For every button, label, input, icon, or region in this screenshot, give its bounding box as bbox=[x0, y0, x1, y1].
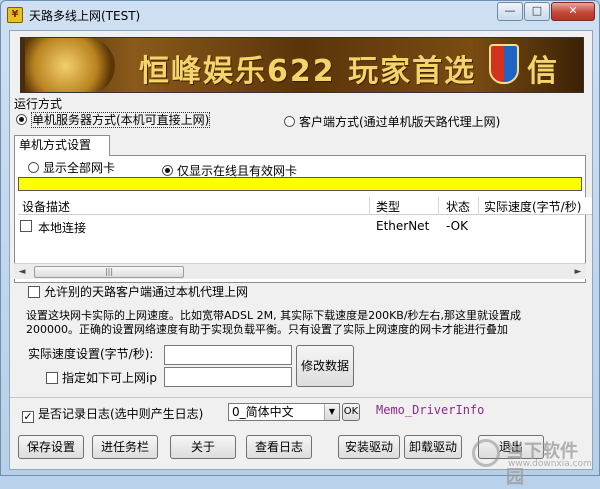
scroll-thumb[interactable]: ||| bbox=[34, 266, 184, 278]
watermark-url: www.downxia.com bbox=[508, 459, 592, 469]
radio-client-mode[interactable]: 客户端方式(通过单机版天路代理上网) bbox=[284, 113, 500, 130]
column-header-device[interactable]: 设备描述 bbox=[22, 198, 70, 215]
checkbox-checked-icon: ✓ bbox=[22, 410, 34, 423]
radio-client-label: 客户端方式(通过单机版天路代理上网) bbox=[299, 115, 501, 129]
uninstall-driver-button[interactable]: 卸载驱动 bbox=[404, 435, 462, 459]
radio-standalone-server[interactable]: 单机服务器方式(本机可直接上网) bbox=[16, 111, 211, 128]
radio-dot-icon bbox=[28, 162, 39, 173]
radio-show-all-nics[interactable]: 显示全部网卡 bbox=[28, 159, 115, 176]
window-title: 天路多线上网(TEST) bbox=[29, 9, 141, 23]
specific-ip-checkbox[interactable]: 指定如下可上网ip bbox=[46, 369, 157, 386]
save-settings-button[interactable]: 保存设置 bbox=[18, 435, 84, 459]
language-select[interactable]: 0_简体中文 ▼ bbox=[228, 403, 340, 421]
column-divider[interactable] bbox=[478, 197, 479, 215]
scroll-right-icon[interactable]: ► bbox=[570, 264, 586, 280]
column-divider[interactable] bbox=[369, 197, 370, 215]
title-bar[interactable]: ¥ 天路多线上网(TEST) — □ ✕ bbox=[1, 1, 599, 29]
about-button[interactable]: 关于 bbox=[170, 435, 236, 459]
tray-button[interactable]: 进任务栏 bbox=[92, 435, 158, 459]
language-select-value: 0_简体中文 bbox=[232, 405, 294, 419]
radio-show-online-label: 仅显示在线且有效网卡 bbox=[177, 164, 298, 178]
row-type: EtherNet bbox=[376, 219, 430, 233]
speed-input[interactable] bbox=[164, 345, 292, 365]
memo-driver-info: Memo_DriverInfo bbox=[376, 403, 485, 417]
scroll-left-icon[interactable]: ◄ bbox=[14, 264, 30, 280]
ip-input[interactable] bbox=[164, 367, 292, 387]
specific-ip-label: 指定如下可上网ip bbox=[62, 371, 157, 385]
status-bar-yellow bbox=[18, 177, 582, 191]
table-header: 设备描述 类型 状态 实际速度(字节/秒) bbox=[18, 197, 592, 215]
radio-dot-icon bbox=[16, 114, 27, 125]
client-area: 恒峰娱乐622 玩家首选 信誉 运行方式 单机服务器方式(本机可直接上网) 客户… bbox=[9, 30, 593, 488]
maximize-button[interactable]: □ bbox=[524, 2, 550, 21]
allow-proxy-checkbox[interactable]: 允许别的天路客户端通过本机代理上网 bbox=[28, 283, 248, 300]
install-driver-button[interactable]: 安装驱动 bbox=[338, 435, 400, 459]
log-label: 是否记录日志(选中则产生日志) bbox=[38, 407, 204, 421]
radio-dot-icon bbox=[162, 165, 173, 176]
checkbox-icon bbox=[46, 372, 58, 384]
checkbox-icon bbox=[20, 220, 32, 232]
allow-proxy-label: 允许别的天路客户端通过本机代理上网 bbox=[44, 285, 249, 299]
radio-dot-icon bbox=[284, 116, 295, 127]
shield-icon bbox=[489, 44, 519, 84]
exit-button[interactable]: 退出 bbox=[478, 435, 544, 459]
ok-button[interactable]: OK bbox=[342, 403, 360, 421]
app-window: ¥ 天路多线上网(TEST) — □ ✕ 恒峰娱乐622 玩家首选 信誉 运行方… bbox=[0, 0, 600, 488]
column-divider[interactable] bbox=[438, 197, 439, 215]
tab-standalone-settings[interactable]: 单机方式设置 bbox=[14, 135, 110, 156]
app-icon: ¥ bbox=[7, 7, 23, 23]
speed-setting-label: 实际速度设置(字节/秒): bbox=[28, 347, 154, 361]
column-header-type[interactable]: 类型 bbox=[376, 198, 400, 215]
row-status: -OK bbox=[446, 219, 468, 233]
horizontal-scrollbar[interactable]: ◄ ||| ► bbox=[14, 263, 586, 279]
chevron-down-icon[interactable]: ▼ bbox=[324, 404, 339, 420]
modify-data-button[interactable]: 修改数据 bbox=[296, 345, 354, 387]
lion-logo-icon bbox=[25, 38, 115, 92]
speed-note-line2: 200000。正确的设置网络速度有助于实现负载平衡。只有设置了实际上网速度的网卡… bbox=[26, 323, 508, 336]
log-checkbox[interactable]: ✓ 是否记录日志(选中则产生日志) bbox=[22, 405, 203, 423]
separator bbox=[10, 397, 592, 398]
row-device-name: 本地连接 bbox=[38, 221, 87, 235]
view-log-button[interactable]: 查看日志 bbox=[246, 435, 312, 459]
ad-banner[interactable]: 恒峰娱乐622 玩家首选 信誉 bbox=[20, 37, 584, 93]
row-checkbox[interactable] bbox=[20, 219, 36, 233]
table-row[interactable]: 本地连接 EtherNet -OK bbox=[18, 217, 592, 235]
column-header-speed[interactable]: 实际速度(字节/秒) bbox=[484, 198, 581, 215]
banner-text: 恒峰娱乐622 玩家首选 bbox=[139, 54, 477, 89]
run-mode-label: 运行方式 bbox=[14, 97, 63, 111]
banner-text-right: 信誉 bbox=[527, 54, 557, 89]
close-button[interactable]: ✕ bbox=[551, 2, 595, 21]
column-header-status[interactable]: 状态 bbox=[446, 198, 470, 215]
checkbox-icon bbox=[28, 286, 40, 298]
minimize-button[interactable]: — bbox=[497, 2, 523, 21]
radio-standalone-label: 单机服务器方式(本机可直接上网) bbox=[31, 112, 211, 128]
radio-show-all-label: 显示全部网卡 bbox=[43, 161, 116, 175]
